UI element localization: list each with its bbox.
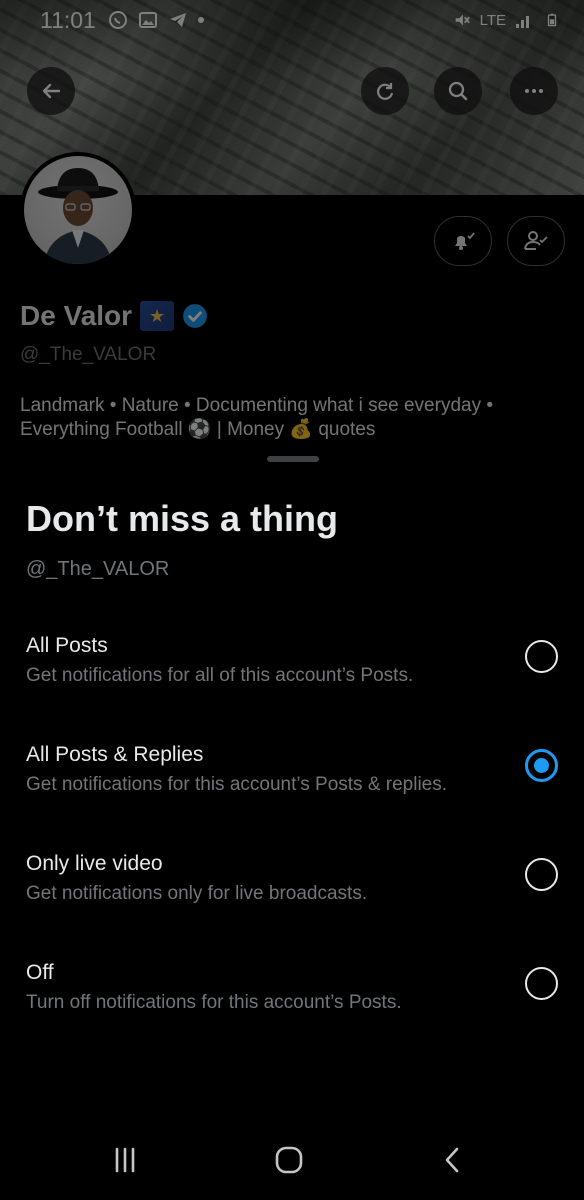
home-icon: [275, 1146, 303, 1174]
profile-handle: @_The_VALOR: [20, 344, 157, 365]
home-button[interactable]: [264, 1140, 314, 1180]
sheet-title: Don’t miss a thing: [26, 498, 339, 539]
back-chevron-icon: [445, 1147, 459, 1173]
profile-name: De Valor: [20, 300, 133, 331]
gallery-icon: [138, 10, 158, 30]
option-label: All Posts & Replies: [26, 743, 204, 766]
more-icon: [525, 89, 543, 93]
back-arrow-icon: [42, 83, 61, 99]
profile-bio: Landmark • Nature • Documenting what i s…: [20, 394, 560, 442]
option-all-posts-replies[interactable]: All Posts & Replies Get notifications fo…: [0, 743, 584, 843]
signal-icon: [514, 10, 534, 30]
dot-icon: [197, 17, 204, 23]
back-button[interactable]: [27, 67, 75, 115]
search-icon: [448, 81, 468, 101]
battery-icon: [542, 10, 562, 30]
option-off[interactable]: Off Turn off notifications for this acco…: [0, 961, 584, 1061]
more-button[interactable]: [510, 67, 558, 115]
following-button[interactable]: [507, 216, 565, 266]
radio-button-selected[interactable]: [525, 749, 558, 782]
refresh-button[interactable]: [361, 67, 409, 115]
whatsapp-icon: [108, 10, 128, 30]
avatar-image: [24, 156, 132, 264]
telegram-icon: [168, 10, 188, 30]
radio-button[interactable]: [525, 967, 558, 1000]
option-only-live-video[interactable]: Only live video Get notifications only f…: [0, 852, 584, 952]
refresh-icon: [377, 83, 394, 100]
sheet-grabber-handle[interactable]: [267, 456, 319, 462]
bell-check-icon: [455, 232, 475, 250]
status-bar: 11:01 LTE: [0, 0, 584, 40]
search-button[interactable]: [434, 67, 482, 115]
recent-apps-button[interactable]: [100, 1140, 150, 1180]
radio-button[interactable]: [525, 640, 558, 673]
bio-line-2: Everything Football ⚽ | Money 💰 quotes: [20, 419, 376, 440]
option-label: Only live video: [26, 852, 163, 875]
profile-screen: 11:01 LTE De Valor ★ @_The_VALOR Landmar…: [0, 0, 584, 1200]
back-nav-button[interactable]: [428, 1140, 478, 1180]
option-description: Get notifications for all of this accoun…: [26, 665, 414, 686]
shooting-star-icon: ★: [140, 301, 175, 331]
system-navigation-bar: [0, 1120, 584, 1200]
mute-icon: [452, 10, 472, 30]
option-label: All Posts: [26, 634, 108, 657]
option-description: Get notifications only for live broadcas…: [26, 883, 368, 904]
network-type: LTE: [479, 11, 506, 29]
profile-avatar[interactable]: [20, 152, 136, 268]
bio-line-1: Landmark • Nature • Documenting what i s…: [20, 395, 494, 416]
radio-button[interactable]: [525, 858, 558, 891]
status-time: 11:01: [40, 6, 96, 33]
notifications-button[interactable]: [434, 216, 492, 266]
recent-apps-icon: [115, 1147, 135, 1173]
sheet-handle: @_The_VALOR: [26, 558, 170, 580]
person-check-icon: [524, 231, 548, 250]
option-description: Get notifications for this account’s Pos…: [26, 774, 448, 795]
notification-settings-sheet: Don’t miss a thing @_The_VALOR All Posts…: [0, 442, 584, 1200]
option-label: Off: [26, 961, 54, 984]
verified-badge-icon: [183, 304, 207, 328]
option-all-posts[interactable]: All Posts Get notifications for all of t…: [0, 634, 584, 734]
option-description: Turn off notifications for this account’…: [26, 992, 402, 1013]
profile-name-row: De Valor ★: [20, 300, 208, 332]
